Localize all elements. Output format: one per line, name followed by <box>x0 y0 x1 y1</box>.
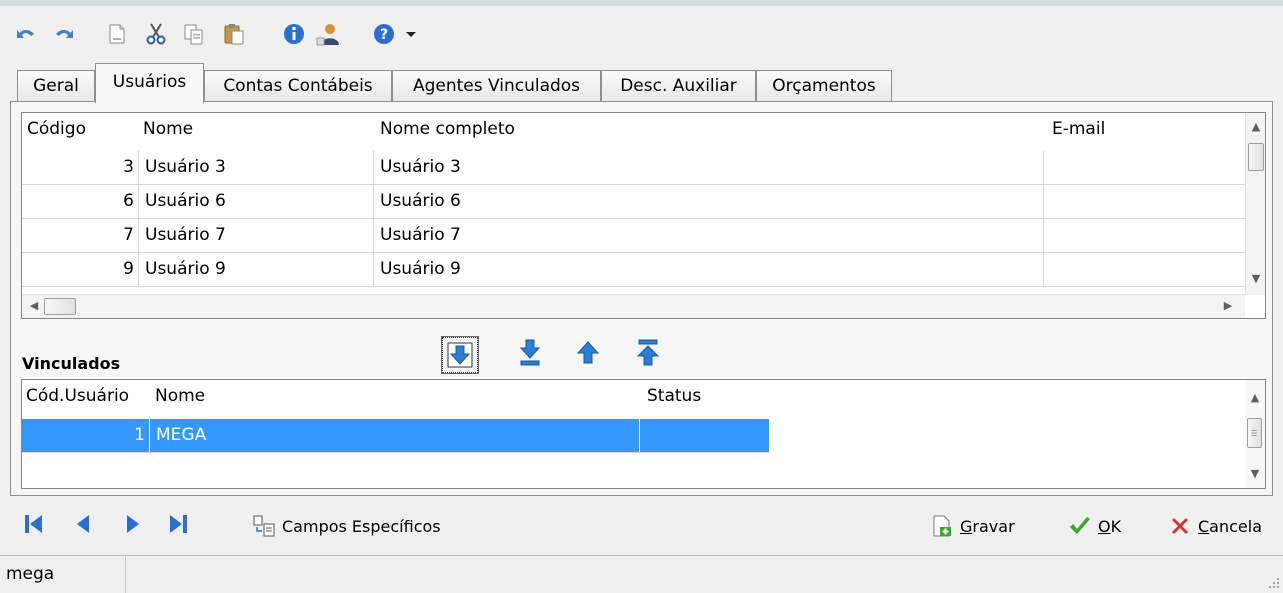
scroll-up-arrow-icon[interactable]: ▲ <box>1245 388 1265 408</box>
scrollbar-thumb[interactable] <box>1247 418 1262 448</box>
svg-text:?: ? <box>380 27 388 43</box>
gravar-button[interactable]: Gravar <box>930 510 1015 542</box>
window-top-border <box>0 0 1283 6</box>
info-icon[interactable] <box>282 22 306 46</box>
move-all-down-icon[interactable] <box>514 337 546 369</box>
cell-codigo: 7 <box>22 219 139 252</box>
first-record-icon[interactable] <box>22 512 46 536</box>
cell-nome-completo: Usuário 3 <box>374 151 1044 184</box>
users-grid-header: Código Nome Nome completo E-mail <box>22 113 1245 147</box>
cut-icon[interactable] <box>144 22 168 46</box>
resize-grip-icon[interactable] <box>1268 577 1280 589</box>
next-record-icon[interactable] <box>120 512 144 536</box>
close-icon <box>1172 518 1188 534</box>
vinculados-grid-vertical-scrollbar[interactable]: ▲ ▼ <box>1245 380 1265 488</box>
scroll-left-arrow-icon[interactable]: ◀ <box>24 296 44 316</box>
scrollbar-grip-icon <box>1251 429 1257 437</box>
toolbar: ? <box>0 0 1283 62</box>
col-header-cod-usuario[interactable]: Cód.Usuário <box>26 380 129 412</box>
undo-icon[interactable] <box>14 22 38 46</box>
vinculados-label: Vinculados <box>22 354 121 373</box>
table-row[interactable]: 7 Usuário 7 Usuário 7 <box>22 219 1245 253</box>
move-all-up-icon[interactable] <box>632 337 664 369</box>
tab-desc-auxiliar[interactable]: Desc. Auxiliar <box>601 70 756 103</box>
save-icon <box>933 515 951 537</box>
cell-cod-usuario: 1 <box>22 419 150 452</box>
status-user: mega <box>0 556 126 593</box>
tab-usuarios[interactable]: Usuários <box>95 63 204 103</box>
tab-agentes-vinculados[interactable]: Agentes Vinculados <box>392 70 601 103</box>
cancela-label: Cancela <box>1198 516 1263 536</box>
tab-orcamentos[interactable]: Orçamentos <box>756 70 892 103</box>
vinculados-grid-header: Cód.Usuário Nome Status <box>22 380 782 414</box>
dropdown-arrow-icon[interactable] <box>404 22 418 46</box>
gravar-label: Gravar <box>960 516 1015 536</box>
help-icon[interactable]: ? <box>372 22 396 46</box>
ok-button[interactable]: OK <box>1068 510 1121 542</box>
col-header-codigo[interactable]: Código <box>27 113 86 145</box>
move-buttons-group <box>441 336 682 374</box>
campos-especificos-label: Campos Específicos <box>282 516 441 536</box>
users-grid[interactable]: Código Nome Nome completo E-mail 3 Usuár… <box>21 112 1266 319</box>
scroll-down-arrow-icon[interactable]: ▼ <box>1246 269 1265 289</box>
campos-especificos-button[interactable]: Campos Específicos <box>252 510 441 542</box>
user-icon[interactable] <box>316 22 340 46</box>
cell-codigo: 6 <box>22 185 139 218</box>
campos-especificos-icon <box>253 515 275 537</box>
cell-status <box>640 419 769 452</box>
cell-nome-completo: Usuário 7 <box>374 219 1044 252</box>
cancela-button[interactable]: Cancela <box>1168 510 1262 542</box>
cell-email <box>1044 253 1245 286</box>
tab-content-panel: Código Nome Nome completo E-mail 3 Usuár… <box>10 101 1273 496</box>
table-row[interactable]: 9 Usuário 9 Usuário 9 <box>22 253 1245 287</box>
cell-nome: Usuário 7 <box>139 219 374 252</box>
cell-email <box>1044 185 1245 218</box>
table-row-selected[interactable]: 1 MEGA <box>22 419 769 453</box>
check-icon <box>1070 517 1090 534</box>
move-selected-down-icon[interactable] <box>441 336 479 374</box>
bottom-toolbar: Campos Específicos Gravar OK Cancela <box>0 503 1283 553</box>
users-grid-horizontal-scrollbar[interactable]: ◀ ▶ <box>22 294 1245 318</box>
cell-codigo: 3 <box>22 151 139 184</box>
scroll-right-arrow-icon[interactable]: ▶ <box>1218 296 1238 316</box>
tab-geral[interactable]: Geral <box>17 70 95 103</box>
cell-email <box>1044 219 1245 252</box>
scroll-down-arrow-icon[interactable]: ▼ <box>1245 464 1265 484</box>
status-bar: mega <box>0 555 1283 593</box>
last-record-icon[interactable] <box>166 512 190 536</box>
col-header-nome[interactable]: Nome <box>143 113 193 145</box>
cell-nome: Usuário 3 <box>139 151 374 184</box>
previous-record-icon[interactable] <box>72 512 96 536</box>
scrollbar-thumb[interactable] <box>1248 143 1264 171</box>
col-header-nome[interactable]: Nome <box>155 380 205 412</box>
cell-codigo: 9 <box>22 253 139 286</box>
tab-strip: Geral Usuários Contas Contábeis Agentes … <box>0 62 1283 103</box>
cell-nome: MEGA <box>150 419 640 452</box>
scrollbar-thumb[interactable] <box>44 298 76 315</box>
cell-nome-completo: Usuário 6 <box>374 185 1044 218</box>
table-row[interactable]: 3 Usuário 3 Usuário 3 <box>22 151 1245 185</box>
vinculados-grid[interactable]: Cód.Usuário Nome Status 1 MEGA ▲ ▼ <box>21 379 1266 489</box>
col-header-status[interactable]: Status <box>647 380 701 412</box>
cell-nome: Usuário 9 <box>139 253 374 286</box>
tab-contas-contabeis[interactable]: Contas Contábeis <box>204 70 392 103</box>
cell-email <box>1044 151 1245 184</box>
cell-nome-completo: Usuário 9 <box>374 253 1044 286</box>
new-document-icon[interactable] <box>105 22 129 46</box>
scroll-up-arrow-icon[interactable]: ▲ <box>1246 117 1265 137</box>
cell-nome: Usuário 6 <box>139 185 374 218</box>
users-grid-vertical-scrollbar[interactable]: ▲ ▼ <box>1245 113 1265 295</box>
col-header-email[interactable]: E-mail <box>1052 113 1105 145</box>
paste-icon[interactable] <box>222 22 246 46</box>
ok-label: OK <box>1098 516 1122 536</box>
move-up-icon[interactable] <box>572 337 604 369</box>
table-row[interactable]: 6 Usuário 6 Usuário 6 <box>22 185 1245 219</box>
redo-icon[interactable] <box>52 22 76 46</box>
col-header-nome-completo[interactable]: Nome completo <box>380 113 515 145</box>
copy-icon[interactable] <box>182 22 206 46</box>
